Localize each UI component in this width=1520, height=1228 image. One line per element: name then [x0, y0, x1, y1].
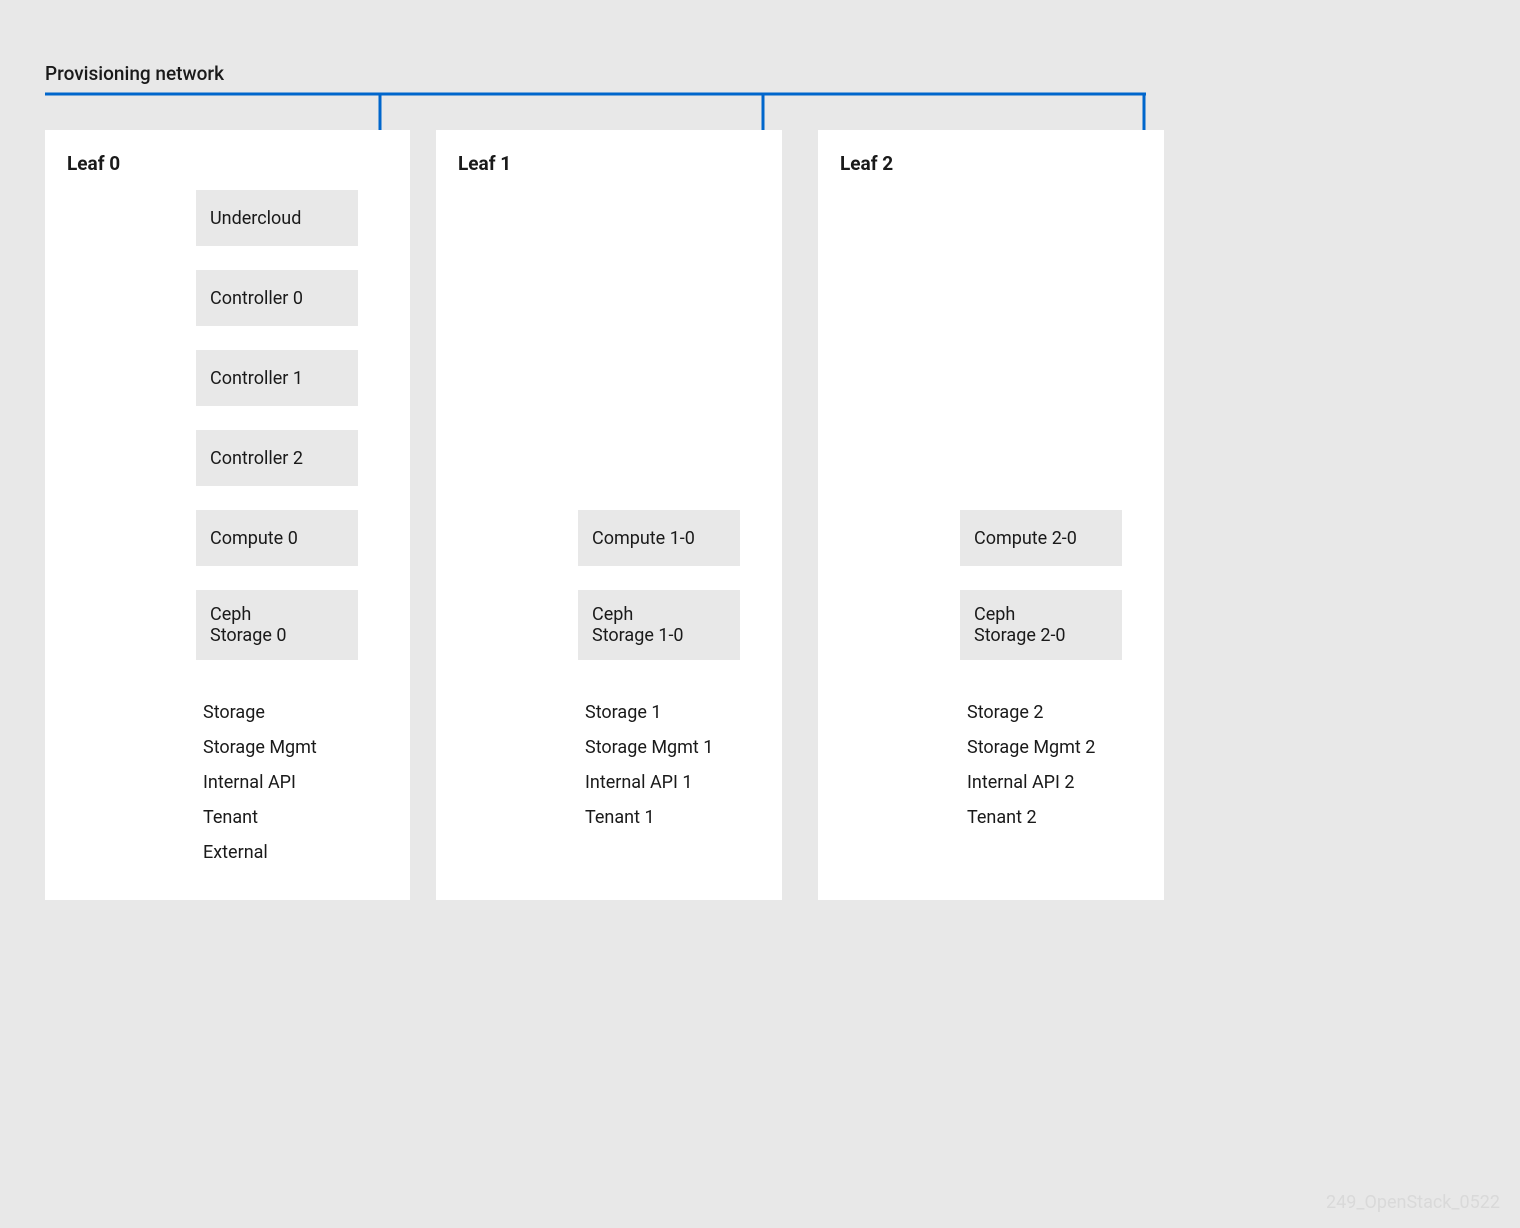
leaf-0-title: Leaf 0	[67, 152, 120, 175]
leaf-2-title: Leaf 2	[840, 152, 893, 175]
net-label-storage-mgmt-2: Storage Mgmt 2	[967, 737, 1095, 758]
diagram-canvas: Provisioning network 249_OpenStack_0522	[0, 0, 1520, 1228]
node-controller-1: Controller 1	[196, 350, 358, 406]
node-ceph-storage-1-0: Ceph Storage 1-0	[578, 590, 740, 660]
net-label-storage-mgmt-1: Storage Mgmt 1	[585, 737, 713, 758]
net-label-internal-api-1: Internal API 1	[585, 772, 693, 793]
net-label-tenant-2: Tenant 2	[967, 807, 1037, 828]
node-compute-0: Compute 0	[196, 510, 358, 566]
leaf-1-panel: Leaf 1 Compute 1-0 Ceph Storage 1-0 Stor…	[436, 130, 782, 900]
leaf-2-panel: Leaf 2 Compute 2-0 Ceph Storage 2-0 Stor…	[818, 130, 1164, 900]
net-label-storage: Storage	[203, 702, 265, 723]
net-label-internal-api: Internal API	[203, 772, 296, 793]
net-label-storage-mgmt: Storage Mgmt	[203, 737, 317, 758]
net-label-external: External	[203, 842, 268, 863]
node-controller-0: Controller 0	[196, 270, 358, 326]
node-compute-1-0: Compute 1-0	[578, 510, 740, 566]
net-label-tenant: Tenant	[203, 807, 258, 828]
node-compute-2-0: Compute 2-0	[960, 510, 1122, 566]
leaf-1-title: Leaf 1	[458, 152, 511, 175]
node-ceph-storage-0: Ceph Storage 0	[196, 590, 358, 660]
watermark-label: 249_OpenStack_0522	[1326, 1192, 1500, 1213]
node-controller-2: Controller 2	[196, 430, 358, 486]
node-ceph-storage-2-0: Ceph Storage 2-0	[960, 590, 1122, 660]
net-label-internal-api-2: Internal API 2	[967, 772, 1075, 793]
net-label-storage-2: Storage 2	[967, 702, 1043, 723]
net-label-storage-1: Storage 1	[585, 702, 661, 723]
net-label-tenant-1: Tenant 1	[585, 807, 655, 828]
provisioning-network-label: Provisioning network	[45, 62, 224, 85]
leaf-0-panel: Leaf 0 Undercloud Controller 0 Controlle…	[45, 130, 410, 900]
node-undercloud: Undercloud	[196, 190, 358, 246]
